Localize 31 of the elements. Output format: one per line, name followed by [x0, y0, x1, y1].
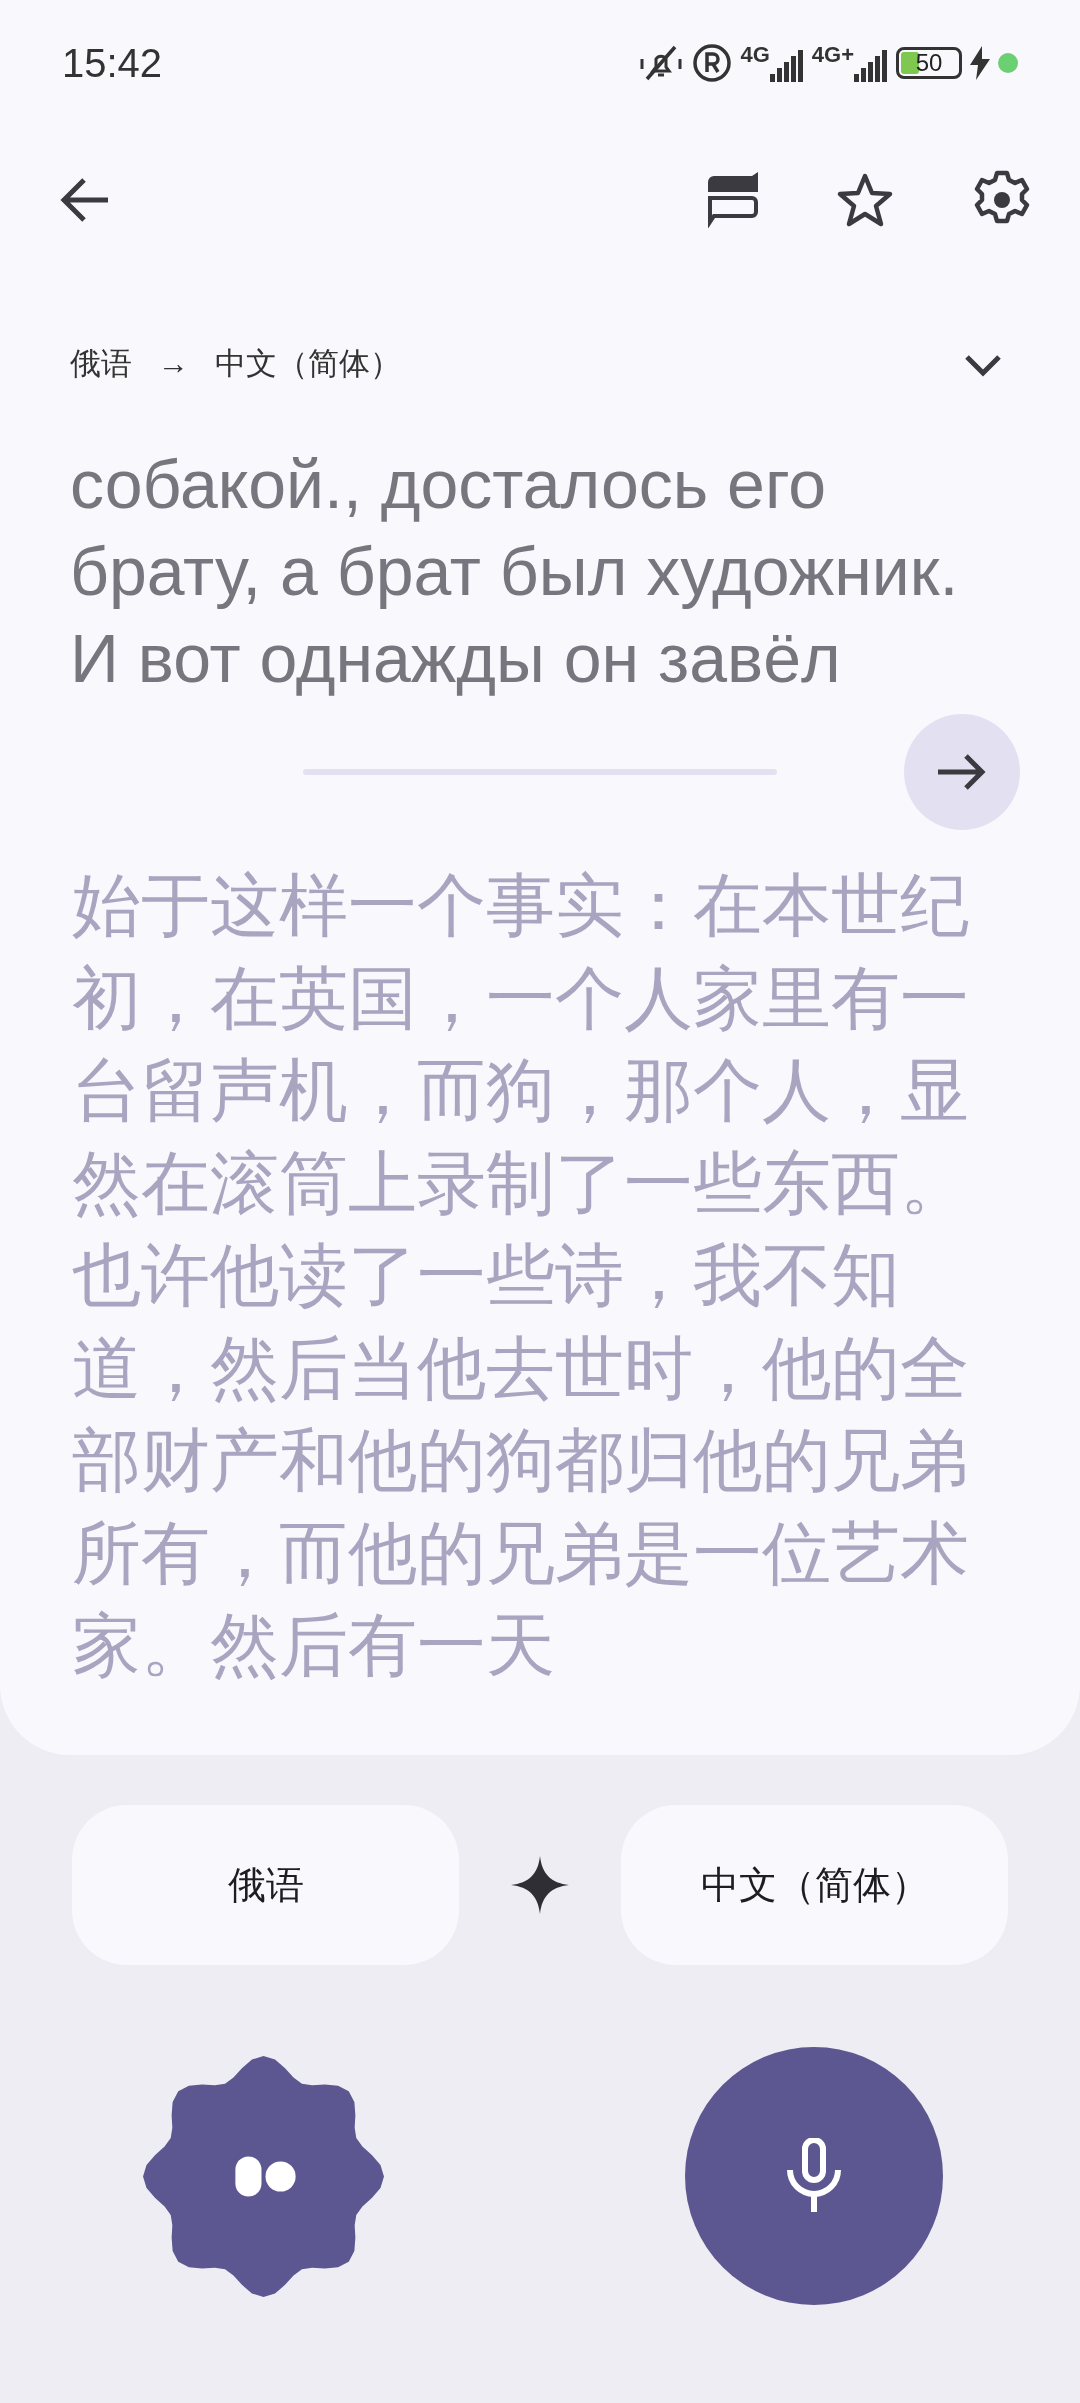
- translation-text-line: 然在滚筒上录制了一些东西。: [72, 1143, 969, 1224]
- charging-bolt-icon: [970, 45, 990, 80]
- translation-text-line: 始于这样一个事实：在本世纪: [72, 866, 969, 946]
- network-type-label: 4G: [740, 43, 770, 66]
- direction-arrow: →: [158, 344, 189, 383]
- source-language-button[interactable]: 俄语: [72, 1805, 459, 1965]
- back-arrow-icon: [58, 176, 110, 224]
- arrow-right-icon: [936, 752, 988, 792]
- translation-text-line: 部财产和他的狗都归他的兄弟: [72, 1421, 969, 1501]
- speech-bubbles-icon: [708, 172, 758, 228]
- target-language-label: 中文（简体）: [215, 344, 401, 383]
- translation-text-line: 初，在英国，一个人家里有一: [72, 958, 969, 1039]
- translation-text-line: 台留声机，而狗，那个人，显: [72, 1051, 969, 1131]
- microphone-icon: [784, 2138, 844, 2214]
- conversation-button[interactable]: [141, 2053, 386, 2299]
- sparkle-icon: [511, 1856, 569, 1914]
- translation-text-line: 所有，而他的兄弟是一位艺术: [72, 1513, 969, 1594]
- translation-text-line: 道，然后当他去世时，他的全: [72, 1328, 969, 1409]
- source-text-line: И вот однажды он завёл: [70, 619, 841, 698]
- source-text-line: брату, а брат был художник.: [70, 532, 959, 611]
- status-dot-icon: [998, 52, 1018, 73]
- translation-text-line: 也许他读了一些诗，我不知: [72, 1236, 900, 1316]
- translation-text-line: 家。然后有一天: [72, 1606, 555, 1686]
- target-language-button[interactable]: 中文（简体）: [621, 1805, 1008, 1965]
- star-icon: [836, 172, 894, 228]
- status-time: 15:42: [62, 39, 163, 87]
- chevron-down-icon: [964, 353, 1002, 378]
- roaming-icon: [692, 42, 733, 83]
- source-language-label: 俄语: [70, 344, 132, 383]
- source-text-line: собакой., досталось его: [70, 445, 826, 524]
- network-type-label: 4G+: [811, 43, 854, 66]
